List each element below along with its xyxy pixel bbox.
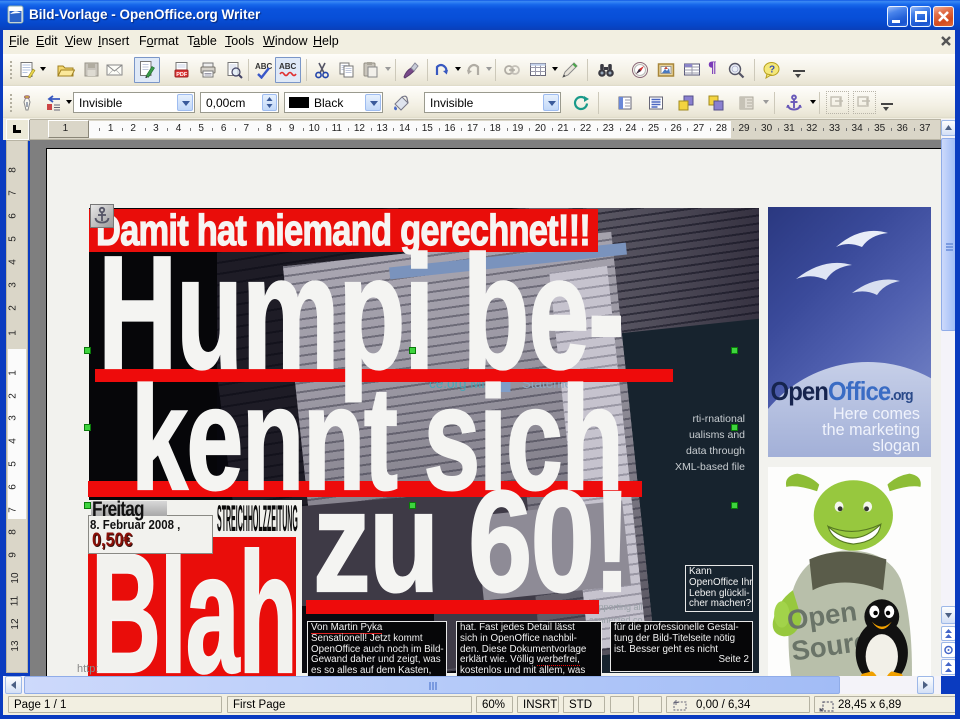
svg-text:ABC: ABC [255, 62, 273, 71]
svg-text:?: ? [769, 65, 775, 76]
svg-text:PDF: PDF [176, 72, 188, 78]
svg-text:ABC: ABC [279, 62, 297, 71]
